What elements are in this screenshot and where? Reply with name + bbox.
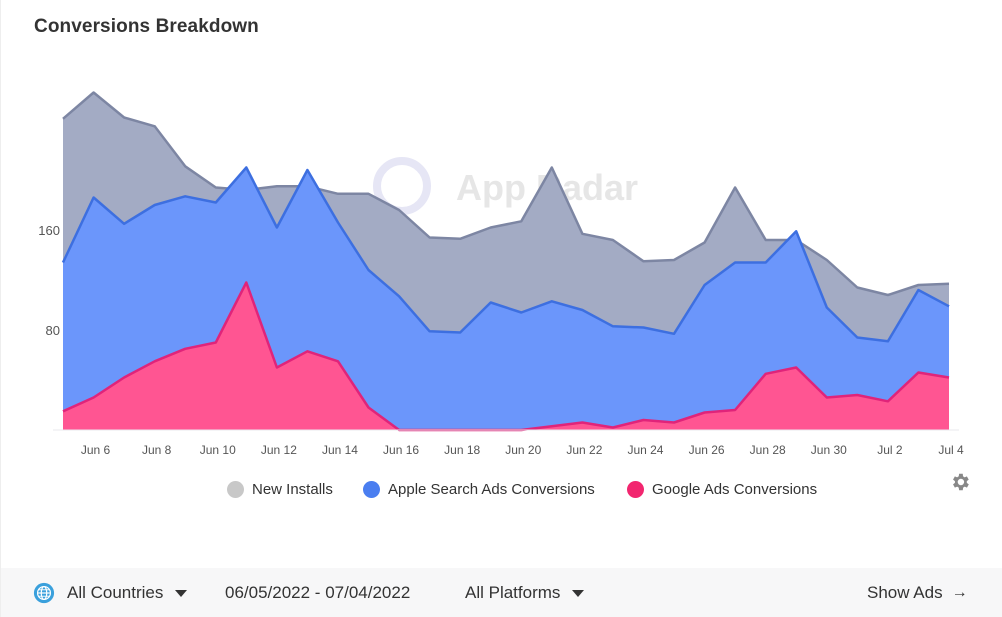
legend-label: New Installs [252,481,333,498]
x-tick-label: Jul 4 [938,443,964,457]
x-tick-label: Jun 14 [322,443,358,457]
show-ads-link[interactable]: Show Ads → [867,568,968,617]
conversions-chart: App Radar 80 160 Jun 6 Jun 8 Jun 10 Jun 12 Ju… [38,91,964,457]
legend-item-new-installs[interactable]: New Installs [227,481,333,498]
filter-bar: All Countries 06/05/2022 - 07/04/2022 Al… [1,568,1002,617]
x-tick-label: Jul 2 [877,443,903,457]
date-range-picker[interactable]: 06/05/2022 - 07/04/2022 [225,568,410,617]
caret-down-icon [175,590,188,597]
arrow-right-icon: → [951,583,968,601]
globe-icon [33,582,55,603]
show-ads-label: Show Ads [867,582,943,602]
x-tick-label: Jun 24 [627,443,663,457]
legend-dot-apple-search-ads [363,481,380,498]
legend-item-apple-search-ads[interactable]: Apple Search Ads Conversions [363,481,595,498]
platform-label: All Platforms [465,582,561,602]
legend-dot-google-ads [627,481,644,498]
x-tick-label: Jun 16 [383,443,419,457]
y-tick-label: 160 [38,223,60,238]
conversions-card: Conversions Breakdown App Radar 80160 Ju… [0,0,1002,617]
legend-label: Apple Search Ads Conversions [388,481,595,498]
x-tick-label: Jun 26 [689,443,725,457]
x-tick-label: Jun 30 [811,443,847,457]
watermark: App Radar [373,157,638,215]
legend-dot-new-installs [227,481,244,498]
caret-down-icon [572,590,585,597]
legend-item-google-ads[interactable]: Google Ads Conversions [627,481,817,498]
chart-legend: New Installs Apple Search Ads Conversion… [1,481,1002,505]
country-label: All Countries [67,582,164,602]
x-tick-label: Jun 12 [261,443,297,457]
x-tick-label: Jun 22 [566,443,602,457]
x-tick-label: Jun 28 [750,443,786,457]
settings-gear-icon[interactable] [949,471,971,493]
platform-dropdown[interactable]: All Platforms [465,568,585,617]
x-tick-label: Jun 8 [142,443,172,457]
x-tick-label: Jun 10 [200,443,236,457]
country-dropdown[interactable]: All Countries [33,568,188,617]
date-range-label: 06/05/2022 - 07/04/2022 [225,582,411,602]
x-tick-label: Jun 18 [444,443,480,457]
x-tick-label: Jun 20 [505,443,541,457]
y-tick-label: 80 [46,323,60,338]
x-tick-label: Jun 6 [81,443,111,457]
legend-label: Google Ads Conversions [652,481,818,498]
